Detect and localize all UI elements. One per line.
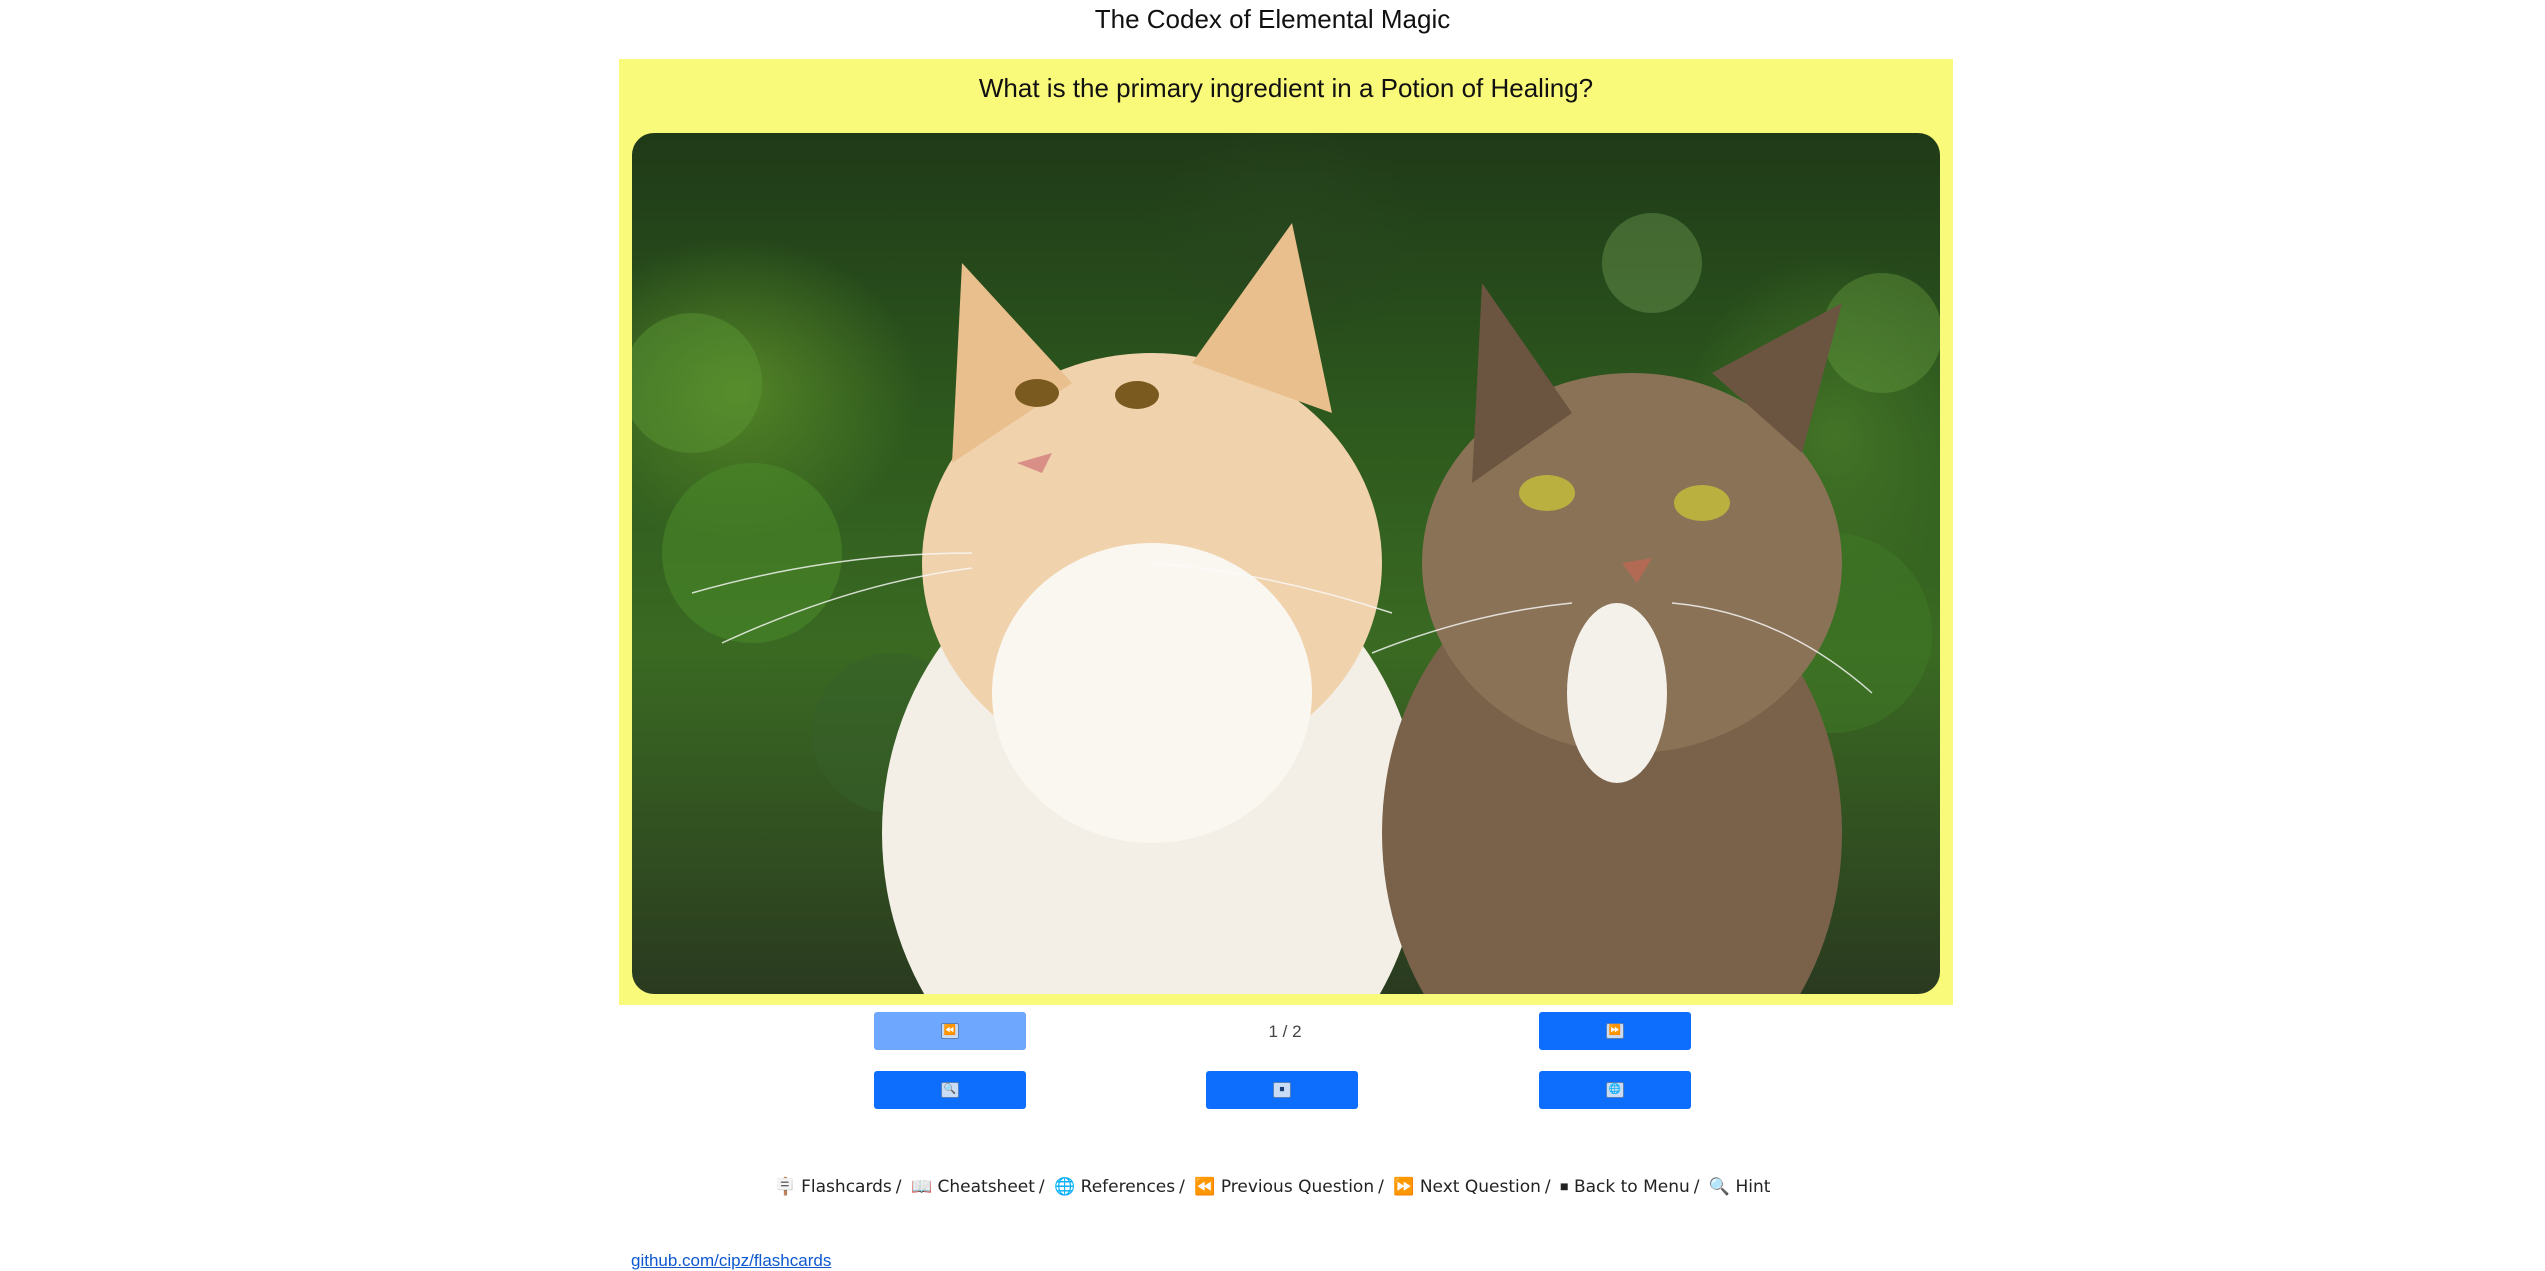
globe-icon: 🌐 <box>1054 1177 1076 1197</box>
next-button[interactable]: ⏩ <box>1539 1012 1691 1050</box>
back-to-menu-button[interactable]: ⏹ <box>1206 1071 1358 1109</box>
rewind-icon: ⏪ <box>941 1023 959 1039</box>
shortcut-cheatsheet: 📖 Cheatsheet <box>910 1177 1035 1197</box>
rewind-icon: ⏪ <box>1194 1177 1216 1197</box>
shortcut-menu: ⏹ Back to Menu <box>1560 1177 1690 1197</box>
references-button[interactable]: 🌐 <box>1539 1071 1691 1109</box>
page-title: The Codex of Elemental Magic <box>1094 4 1451 34</box>
shortcut-flashcards: 🪧 Flashcards <box>774 1177 892 1197</box>
previous-button[interactable]: ⏪ <box>874 1012 1026 1050</box>
shortcut-previous: ⏪ Previous Question <box>1194 1177 1375 1197</box>
stop-icon: ⏹ <box>1560 1177 1569 1197</box>
magnifier-icon: 🔍 <box>941 1082 959 1098</box>
signpost-icon: 🪧 <box>774 1177 796 1197</box>
shortcut-hint: 🔍 Hint <box>1708 1177 1771 1197</box>
globe-icon: 🌐 <box>1606 1082 1624 1098</box>
hint-button[interactable]: 🔍 <box>874 1071 1026 1109</box>
shortcut-legend: 🪧 Flashcards / 📖 Cheatsheet / 🌐 References… <box>774 1177 1771 1197</box>
cats-image <box>632 133 1940 994</box>
flashcard: What is the primary ingredient in a Poti… <box>619 59 1953 1005</box>
book-icon: 📖 <box>910 1177 933 1197</box>
magnifier-icon: 🔍 <box>1708 1177 1731 1197</box>
fast-forward-icon: ⏩ <box>1606 1023 1624 1039</box>
github-link[interactable]: github.com/cipz/flashcards <box>631 1251 831 1271</box>
fast-forward-icon: ⏩ <box>1393 1177 1415 1197</box>
question-counter: 1 / 2 <box>1268 1022 1302 1041</box>
question-text: What is the primary ingredient in a Poti… <box>978 73 1594 103</box>
shortcut-next: ⏩ Next Question <box>1393 1177 1541 1197</box>
shortcut-references: 🌐 References <box>1054 1177 1176 1197</box>
stop-icon: ⏹ <box>1273 1082 1291 1098</box>
